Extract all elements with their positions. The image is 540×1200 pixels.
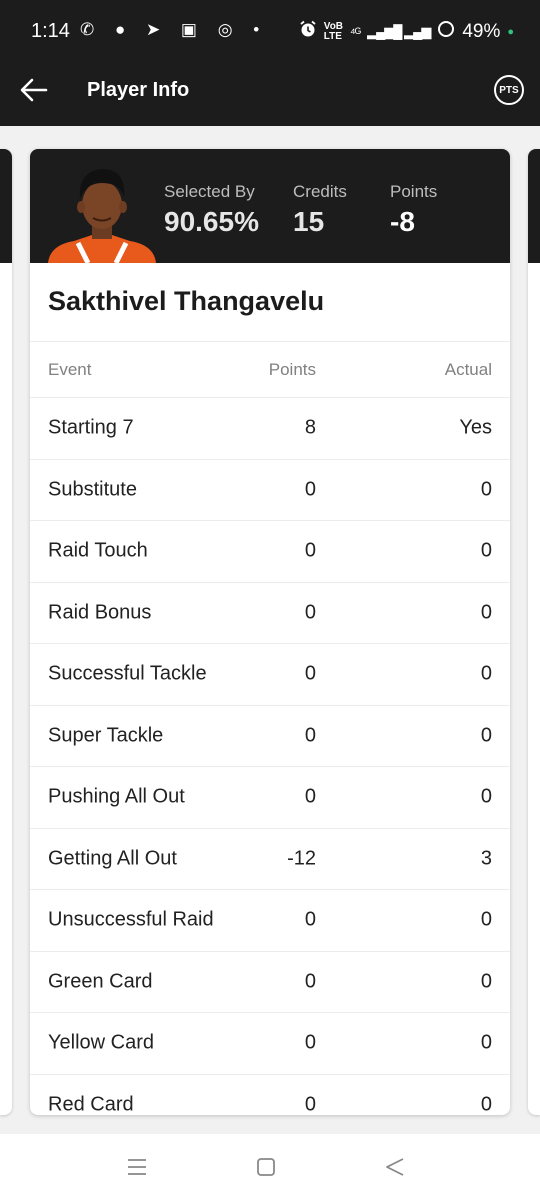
table-row: Raid Touch 0 0 (30, 520, 510, 582)
player-card: Selected By 90.65% Credits 15 Points -8 … (30, 149, 510, 1115)
row-actual: 3 (480, 847, 492, 870)
network-type-icon: ⁴ᴳ (350, 24, 361, 40)
row-event: Getting All Out (48, 847, 177, 870)
row-event: Substitute (48, 478, 137, 501)
page-title: Player Info (87, 79, 190, 101)
row-actual: 0 (480, 785, 492, 808)
row-event: Super Tackle (48, 724, 164, 747)
system-nav-bar (0, 1134, 540, 1200)
table-row: Starting 7 8 Yes (30, 397, 510, 459)
row-actual: Yes (459, 416, 492, 439)
row-event: Red Card (48, 1093, 134, 1115)
battery-percent: 49% (462, 21, 501, 42)
app-bar: Player Info PTS (0, 62, 540, 126)
menu-icon[interactable] (125, 1155, 149, 1179)
table-row: Raid Bonus 0 0 (30, 581, 510, 644)
previous-player-card[interactable] (0, 149, 12, 1115)
points-stat: Points -8 (390, 182, 437, 238)
row-actual: 0 (480, 724, 492, 747)
points-table: Event Points Actual Starting 7 8 Yes Sub… (30, 341, 510, 1115)
back-arrow-icon[interactable] (18, 74, 50, 106)
row-points: 8 (304, 416, 316, 439)
row-actual: 0 (480, 1031, 492, 1054)
next-player-card[interactable] (528, 149, 540, 1115)
row-event: Pushing All Out (48, 785, 185, 808)
pts-label: PTS (499, 84, 519, 96)
row-points: 0 (304, 1031, 316, 1054)
table-row: Yellow Card 0 0 (30, 1012, 510, 1074)
player-card-header: Selected By 90.65% Credits 15 Points -8 (30, 149, 510, 265)
table-row: Super Tackle 0 0 (30, 704, 510, 767)
selected-by-stat: Selected By 90.65% (164, 182, 259, 238)
credits-label: Credits (293, 182, 347, 201)
row-points: 0 (304, 539, 316, 562)
charging-dot-icon: ● (507, 26, 514, 38)
row-actual: 0 (480, 1093, 492, 1115)
table-row: Red Card 0 0 (30, 1073, 510, 1115)
row-event: Unsuccessful Raid (48, 908, 214, 931)
row-actual: 0 (480, 539, 492, 562)
notification-icons: ✆ ● ➤ ▣ ◎ • (80, 20, 268, 39)
status-bar: 1:14 ✆ ● ➤ ▣ ◎ • VoB LTE ⁴ᴳ ▂▄▆█ ▂▄▆ 49%… (0, 0, 540, 62)
table-row: Unsuccessful Raid 0 0 (30, 889, 510, 951)
credits-value: 15 (293, 206, 325, 237)
row-actual: 0 (480, 970, 492, 993)
signal-icon: ▂▄▆█ ▂▄▆ (367, 24, 431, 39)
status-right-icons: VoB LTE ⁴ᴳ ▂▄▆█ ▂▄▆ 49% ● (299, 20, 514, 44)
points-value: -8 (390, 206, 415, 237)
player-avatar (48, 161, 156, 265)
row-event: Raid Bonus (48, 601, 152, 624)
selected-by-value: 90.65% (164, 206, 259, 237)
row-points: 0 (304, 785, 316, 808)
row-event: Yellow Card (48, 1031, 154, 1054)
status-time: 1:14 (31, 20, 70, 42)
pts-button[interactable]: PTS (494, 75, 524, 105)
row-actual: 0 (480, 478, 492, 501)
row-points: 0 (304, 724, 316, 747)
row-event: Green Card (48, 970, 153, 993)
table-row: Successful Tackle 0 0 (30, 643, 510, 705)
battery-icon (437, 20, 455, 44)
home-icon[interactable] (254, 1155, 278, 1179)
row-points: 0 (304, 478, 316, 501)
row-points: 0 (304, 662, 316, 685)
table-row: Green Card 0 0 (30, 950, 510, 1013)
row-actual: 0 (480, 662, 492, 685)
credits-stat: Credits 15 (293, 182, 347, 238)
table-header-row: Event Points Actual (30, 341, 510, 397)
header-actual: Actual (444, 359, 492, 379)
volte-icon: VoB LTE (323, 21, 344, 42)
selected-by-label: Selected By (164, 182, 255, 201)
row-event: Raid Touch (48, 539, 148, 562)
row-points: 0 (304, 908, 316, 931)
table-row: Getting All Out -12 3 (30, 827, 510, 890)
header-points: Points (268, 359, 316, 379)
table-row: Substitute 0 0 (30, 458, 510, 521)
table-row: Pushing All Out 0 0 (30, 766, 510, 828)
row-event: Starting 7 (48, 416, 134, 439)
alarm-icon (299, 20, 317, 44)
row-points: -12 (287, 847, 316, 870)
row-points: 0 (304, 970, 316, 993)
row-points: 0 (304, 601, 316, 624)
row-event: Successful Tackle (48, 662, 207, 685)
row-actual: 0 (480, 601, 492, 624)
back-triangle-icon[interactable] (383, 1155, 407, 1179)
player-name: Sakthivel Thangavelu (48, 286, 325, 316)
points-label: Points (390, 182, 438, 201)
row-actual: 0 (480, 908, 492, 931)
row-points: 0 (304, 1093, 316, 1115)
header-event: Event (48, 359, 92, 379)
